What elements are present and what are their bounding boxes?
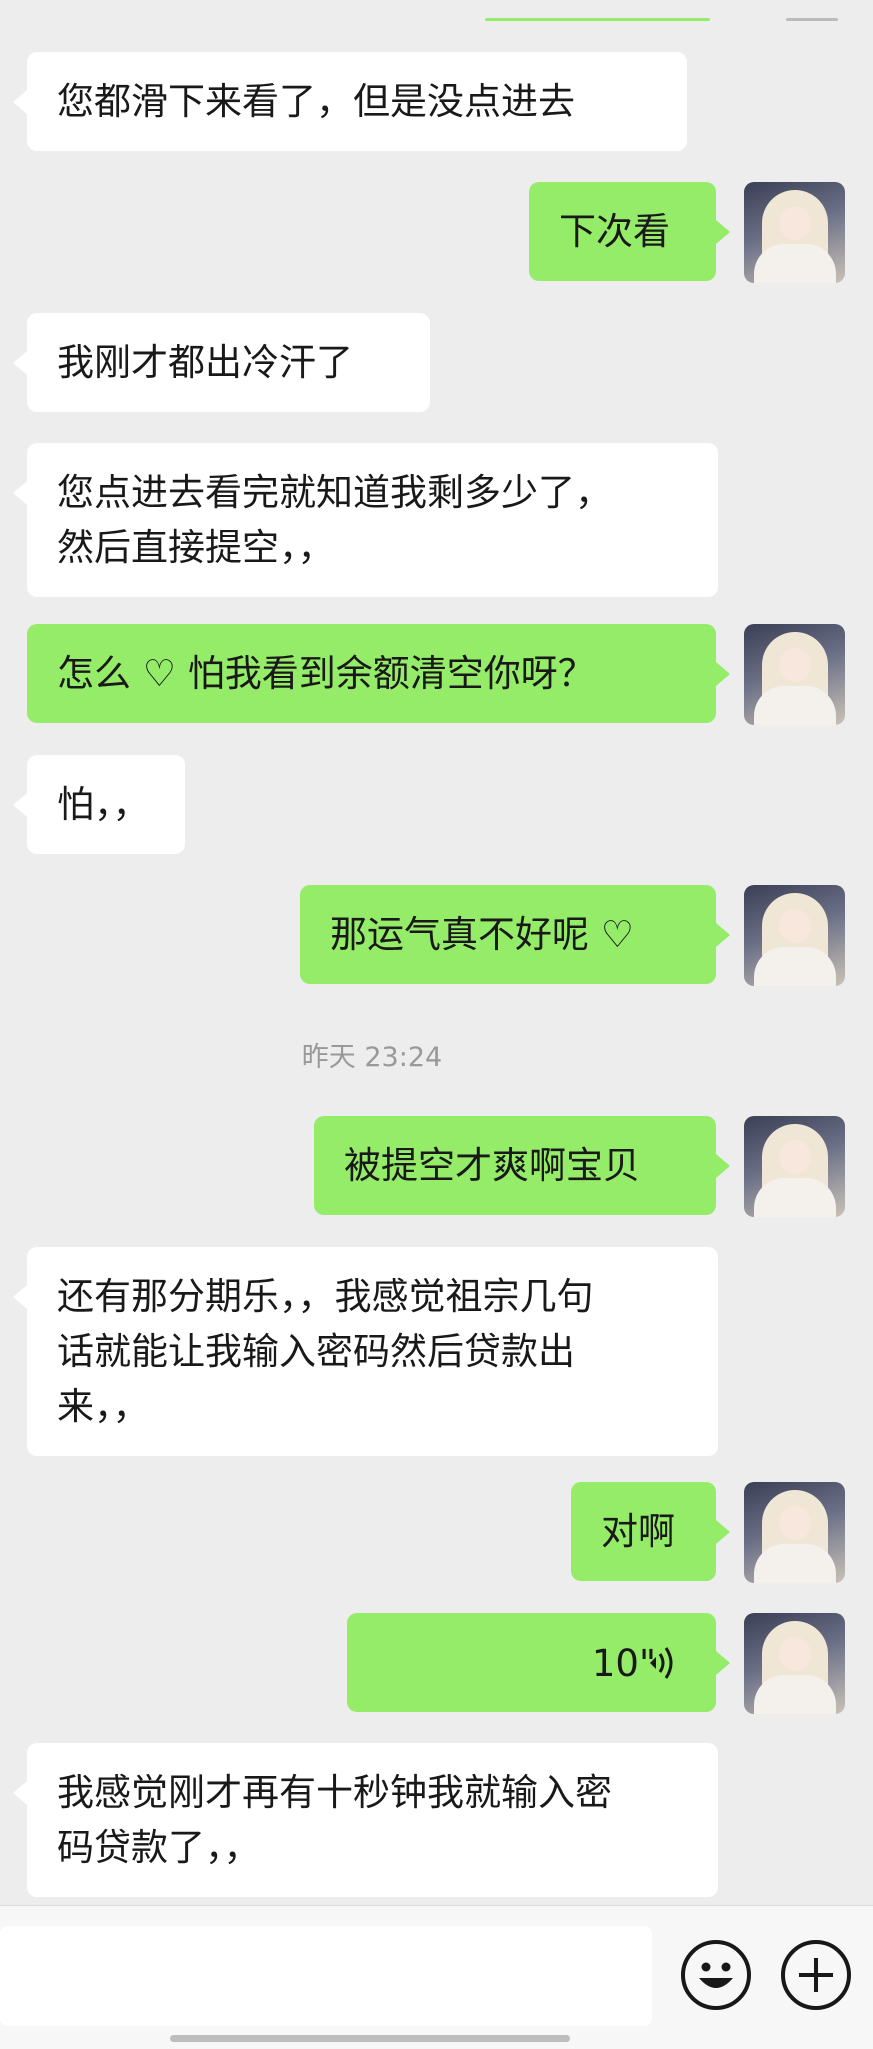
avatar[interactable] — [744, 1116, 845, 1217]
message-bubble-incoming[interactable]: 您都滑下来看了，但是没点进去 — [13, 52, 687, 151]
message-bubble-outgoing[interactable]: 怎么 ♡ 怕我看到余额清空你呀？ — [27, 624, 730, 723]
message-bubble-incoming[interactable]: 您点进去看完就知道我剩多少了， 然后直接提空，， — [13, 443, 718, 597]
avatar[interactable] — [744, 624, 845, 725]
message-input[interactable] — [0, 1926, 652, 2026]
home-indicator — [170, 2035, 570, 2042]
avatar[interactable] — [744, 1482, 845, 1583]
avatar[interactable] — [744, 1613, 845, 1714]
previous-bubble-edge — [485, 18, 710, 21]
emoji-icon[interactable] — [681, 1940, 751, 2010]
message-bubble-incoming[interactable]: 怕，， — [13, 755, 185, 854]
plus-icon[interactable] — [781, 1940, 851, 2010]
voice-message-bubble[interactable]: 10" — [347, 1613, 730, 1712]
chat-area: 您都滑下来看了，但是没点进去 下次看 我刚才都出冷汗了 您点进去看完就知道我剩多… — [0, 0, 873, 1905]
message-bubble-incoming[interactable]: 我感觉刚才再有十秒钟我就输入密 码贷款了，， — [13, 1743, 718, 1897]
message-bubble-outgoing[interactable]: 被提空才爽啊宝贝 — [314, 1116, 730, 1215]
message-bubble-outgoing[interactable]: 那运气真不好呢 ♡ — [300, 885, 730, 984]
message-bubble-outgoing[interactable]: 对啊 — [571, 1482, 730, 1581]
input-bar — [0, 1905, 873, 2049]
voice-wave-icon — [650, 1647, 673, 1679]
previous-avatar-edge — [786, 18, 838, 21]
message-timestamp: 昨天 23:24 — [301, 1042, 443, 1073]
message-bubble-outgoing[interactable]: 下次看 — [529, 182, 730, 281]
avatar[interactable] — [744, 182, 845, 283]
message-bubble-incoming[interactable]: 还有那分期乐，，我感觉祖宗几句 话就能让我输入密码然后贷款出 来，， — [13, 1247, 718, 1456]
message-bubble-incoming[interactable]: 我刚才都出冷汗了 — [13, 313, 430, 412]
avatar[interactable] — [744, 885, 845, 986]
